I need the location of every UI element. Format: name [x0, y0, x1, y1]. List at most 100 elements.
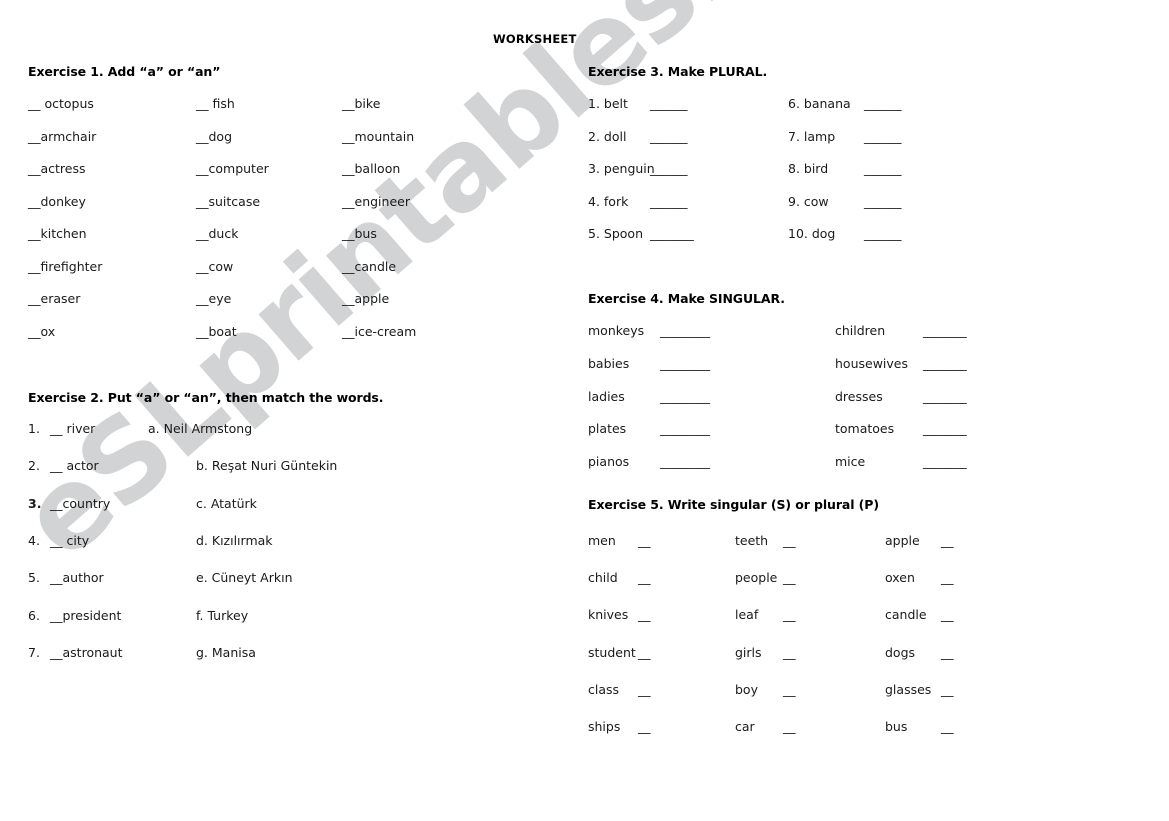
answer-blank[interactable]: __ — [783, 682, 796, 697]
item-label: ships — [588, 719, 621, 734]
answer-blank[interactable]: __ — [783, 645, 796, 660]
list-item[interactable]: __computer — [196, 161, 269, 176]
answer-blank[interactable]: ______ — [864, 129, 902, 144]
list-item[interactable]: __duck — [196, 226, 238, 241]
answer-blank[interactable]: __ — [941, 607, 954, 622]
item-label: child — [588, 570, 618, 586]
match-option[interactable]: c. Atatürk — [196, 496, 257, 511]
item-label: 7. lamp — [788, 128, 836, 144]
item-word-blank[interactable]: __ actor — [50, 458, 99, 473]
match-option[interactable]: g. Manisa — [196, 645, 256, 660]
answer-blank[interactable]: ______ — [864, 161, 902, 176]
list-item[interactable]: __armchair — [28, 129, 96, 144]
answer-blank[interactable]: __ — [638, 719, 651, 734]
item-label: 4. fork — [588, 193, 629, 209]
answer-blank[interactable]: __ — [638, 533, 651, 548]
item-label: leaf — [735, 607, 759, 623]
item-label: plates — [588, 421, 627, 437]
list-item[interactable]: __balloon — [342, 161, 400, 176]
answer-blank[interactable]: _______ — [923, 421, 967, 436]
list-item[interactable]: __donkey — [28, 194, 86, 209]
answer-blank[interactable]: _______ — [923, 454, 967, 469]
item-word-blank[interactable]: __president — [50, 608, 121, 623]
answer-blank[interactable]: ______ — [864, 194, 902, 209]
item-number: 7. — [28, 644, 40, 660]
item-word-blank[interactable]: __ city — [50, 533, 89, 548]
answer-blank[interactable]: _______ — [923, 356, 967, 371]
list-item[interactable]: __dog — [196, 129, 232, 144]
match-option[interactable]: e. Cüneyt Arkın — [196, 570, 293, 585]
list-item[interactable]: __ice-cream — [342, 324, 416, 339]
answer-blank[interactable]: ______ — [650, 96, 688, 111]
item-label: boy — [735, 681, 758, 697]
answer-blank[interactable]: __ — [638, 607, 651, 622]
answer-blank[interactable]: ________ — [660, 421, 710, 436]
answer-blank[interactable]: ________ — [660, 389, 710, 404]
list-item[interactable]: __bus — [342, 226, 377, 241]
item-label: 10. dog — [788, 226, 836, 241]
answer-blank[interactable]: __ — [783, 570, 796, 585]
list-item[interactable]: __bike — [342, 96, 380, 111]
answer-blank[interactable]: __ — [941, 645, 954, 660]
worksheet-content: WORKSHEET Exercise 1. Add “a” or “an” __… — [0, 0, 1169, 821]
answer-blank[interactable]: ______ — [864, 226, 902, 241]
list-item[interactable]: __actress — [28, 161, 86, 176]
match-option[interactable]: d. Kızılırmak — [196, 533, 273, 548]
list-item[interactable]: __apple — [342, 291, 389, 306]
item-label: pianos — [588, 454, 630, 470]
answer-blank[interactable]: __ — [941, 570, 954, 585]
answer-blank[interactable]: ________ — [660, 356, 710, 371]
item-label: men — [588, 533, 616, 548]
list-item[interactable]: __suitcase — [196, 194, 260, 209]
answer-blank[interactable]: _______ — [923, 389, 967, 404]
item-label: ladies — [588, 388, 625, 404]
item-label: babies — [588, 355, 630, 371]
match-option[interactable]: f. Turkey — [196, 608, 248, 623]
item-word-blank[interactable]: __astronaut — [50, 645, 123, 660]
list-item[interactable]: __engineer — [342, 194, 410, 209]
answer-blank[interactable]: __ — [941, 719, 954, 734]
item-word-blank[interactable]: __ river — [50, 421, 95, 436]
list-item[interactable]: __kitchen — [28, 226, 87, 241]
exercise-2-heading: Exercise 2. Put “a” or “an”, then match … — [28, 390, 384, 405]
list-item[interactable]: __eye — [196, 291, 231, 306]
answer-blank[interactable]: __ — [941, 682, 954, 697]
list-item[interactable]: __ fish — [196, 96, 235, 111]
item-number: 4. — [28, 532, 40, 548]
item-word-blank[interactable]: __author — [50, 570, 104, 585]
list-item[interactable]: __mountain — [342, 129, 414, 144]
answer-blank[interactable]: __ — [638, 570, 651, 585]
item-number: 6. — [28, 607, 40, 623]
list-item[interactable]: __cow — [196, 259, 233, 274]
answer-blank[interactable]: __ — [783, 607, 796, 622]
item-label: knives — [588, 607, 629, 623]
match-option[interactable]: b. Reşat Nuri Güntekin — [196, 458, 337, 473]
answer-blank[interactable]: ________ — [660, 323, 710, 338]
list-item[interactable]: __ox — [28, 324, 55, 339]
answer-blank[interactable]: __ — [783, 533, 796, 548]
item-word-blank[interactable]: __country — [50, 496, 110, 511]
list-item[interactable]: __eraser — [28, 291, 80, 306]
answer-blank[interactable]: _______ — [650, 226, 694, 241]
item-number: 3. — [28, 495, 42, 511]
answer-blank[interactable]: __ — [638, 645, 651, 660]
answer-blank[interactable]: __ — [638, 682, 651, 697]
exercise-5-heading: Exercise 5. Write singular (S) or plural… — [588, 497, 879, 512]
answer-blank[interactable]: ______ — [650, 194, 688, 209]
answer-blank[interactable]: ______ — [650, 161, 688, 176]
answer-blank[interactable]: __ — [941, 533, 954, 548]
answer-blank[interactable]: ______ — [864, 96, 902, 111]
item-label: class — [588, 681, 620, 697]
list-item[interactable]: __ octopus — [28, 96, 94, 111]
answer-blank[interactable]: _______ — [923, 323, 967, 338]
item-label: dogs — [885, 644, 916, 660]
exercise-4-heading: Exercise 4. Make SINGULAR. — [588, 291, 785, 306]
answer-blank[interactable]: ________ — [660, 454, 710, 469]
answer-blank[interactable]: __ — [783, 719, 796, 734]
list-item[interactable]: __candle — [342, 259, 396, 274]
answer-blank[interactable]: ______ — [650, 129, 688, 144]
list-item[interactable]: __boat — [196, 324, 237, 339]
list-item[interactable]: __firefighter — [28, 259, 102, 274]
item-label: housewives — [835, 355, 908, 371]
match-option[interactable]: a. Neil Armstong — [148, 421, 252, 436]
